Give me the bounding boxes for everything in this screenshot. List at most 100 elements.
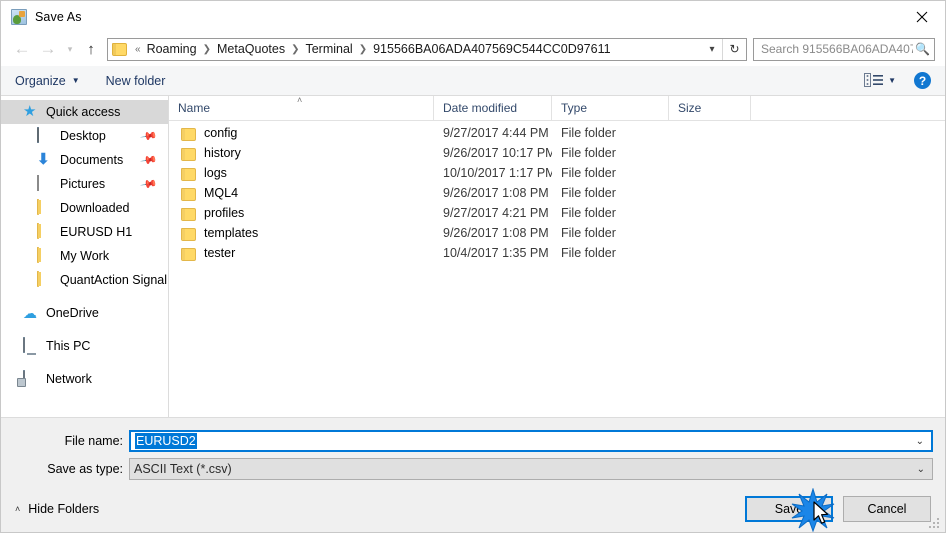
sidebar-item-label: QuantAction Signal [60,273,168,287]
filetype-value: ASCII Text (*.csv) [134,462,232,476]
organize-label: Organize [15,73,66,88]
sidebar-item-label: EURUSD H1 [60,225,133,239]
folder-icon [37,199,53,216]
search-icon[interactable]: 🔍 [915,42,930,56]
folder-icon [181,167,196,181]
sidebar-item-documents[interactable]: ⬇ Documents 📌 [1,148,168,172]
save-as-dialog: Save As ← → ▾ ↑ « Roaming ❯ MetaQuotes ❯… [0,0,946,533]
breadcrumb-item-0[interactable]: Roaming [145,42,199,56]
breadcrumb: « Roaming ❯ MetaQuotes ❯ Terminal ❯ 9155… [131,42,702,56]
view-layout-icon[interactable] [864,73,884,88]
table-row[interactable]: logs 10/10/2017 1:17 PM File folder [169,163,945,183]
chevron-down-icon[interactable]: ⌄ [917,464,925,475]
search-input[interactable]: Search 915566BA06ADA40756... 🔍 [753,37,935,61]
folder-icon [37,223,53,240]
column-header-date-modified[interactable]: Date modified [434,95,552,121]
filename-input[interactable]: EURUSD2 ⌄ [129,430,933,452]
file-date-cell: 9/26/2017 1:08 PM [443,226,549,240]
file-date-cell: 10/10/2017 1:17 PM [443,166,552,180]
folder-icon [181,147,196,161]
file-date-cell: 9/26/2017 1:08 PM [443,186,549,200]
file-name-cell: tester [169,246,434,261]
new-folder-button[interactable]: New folder [106,74,166,88]
table-row[interactable]: tester 10/4/2017 1:35 PM File folder [169,243,945,263]
organize-button[interactable]: Organize ▼ [15,74,80,88]
documents-download-icon: ⬇ [37,151,50,168]
filetype-select[interactable]: ASCII Text (*.csv) ⌄ [129,458,933,480]
view-chevron-down-icon[interactable]: ▼ [888,76,896,85]
action-row: ˄ Hide Folders Save Cancel [1,486,945,532]
close-icon[interactable] [899,1,945,32]
table-row[interactable]: MQL4 9/26/2017 1:08 PM File folder [169,183,945,203]
save-button[interactable]: Save [745,496,833,522]
sidebar-item-downloaded[interactable]: Downloaded [1,196,168,220]
address-bar[interactable]: « Roaming ❯ MetaQuotes ❯ Terminal ❯ 9155… [107,37,747,61]
cloud-icon: ☁ [23,305,37,321]
folder-icon [181,187,196,201]
folder-icon [181,127,196,141]
sidebar-item-my-work[interactable]: My Work [1,244,168,268]
address-chevron-down-icon[interactable]: ▾ [702,44,722,55]
file-type-cell: File folder [561,146,616,160]
file-date-cell: 9/27/2017 4:21 PM [443,206,549,220]
column-header-size[interactable]: Size [669,95,751,121]
title-bar: Save As [1,1,945,32]
sidebar-item-label: This PC [46,339,91,353]
column-header-type[interactable]: Type [552,95,669,121]
recent-locations-chevron-down-icon[interactable]: ▾ [61,36,79,62]
table-row[interactable]: templates 9/26/2017 1:08 PM File folder [169,223,945,243]
cancel-button[interactable]: Cancel [843,496,931,522]
filetype-row: Save as type: ASCII Text (*.csv) ⌄ [1,458,945,480]
file-rows: config 9/27/2017 4:44 PM File folder histor… [169,121,945,417]
folder-icon [181,227,196,241]
sidebar-item-label: OneDrive [46,306,99,320]
navigation-bar: ← → ▾ ↑ « Roaming ❯ MetaQuotes ❯ Termina… [1,32,945,66]
table-row[interactable]: history 9/26/2017 10:17 PM File folder [169,143,945,163]
table-row[interactable]: config 9/27/2017 4:44 PM File folder [169,123,945,143]
file-type-cell: File folder [561,126,616,140]
pin-icon: 📌 [139,151,158,170]
filename-label: File name: [64,434,123,448]
new-folder-label: New folder [105,73,166,88]
sidebar-item-quick-access[interactable]: ★ Quick access [1,100,168,124]
search-placeholder: Search 915566BA06ADA40756... [761,42,913,56]
sidebar-item-desktop[interactable]: Desktop 📌 [1,124,168,148]
forward-arrow-icon[interactable]: → [35,36,61,62]
filename-row: File name: EURUSD2 ⌄ [1,430,945,452]
save-as-icon [11,8,27,25]
sidebar-item-network[interactable]: Network [1,367,168,391]
help-icon[interactable]: ? [914,72,931,89]
file-name-label: templates [204,226,259,240]
up-arrow-icon[interactable]: ↑ [79,36,103,62]
file-date-cell: 9/27/2017 4:44 PM [443,126,549,140]
save-form: File name: EURUSD2 ⌄ Save as type: ASCII… [1,417,945,532]
file-date-cell: 9/26/2017 10:17 PM [443,146,552,160]
back-arrow-icon[interactable]: ← [9,36,35,62]
pin-icon: 📌 [139,127,158,146]
resize-grip[interactable] [929,518,941,530]
chevron-down-icon: ▼ [71,76,80,85]
file-name-cell: templates [169,226,434,241]
sidebar-item-label: My Work [60,249,110,263]
chevron-down-icon[interactable]: ⌄ [916,436,924,447]
breadcrumb-overflow[interactable]: « [131,44,145,55]
sidebar-item-label: Pictures [60,177,106,191]
sidebar-item-onedrive[interactable]: ☁ OneDrive [1,301,168,325]
filename-value: EURUSD2 [135,433,197,449]
table-row[interactable]: profiles 9/27/2017 4:21 PM File folder [169,203,945,223]
sidebar-item-pictures[interactable]: Pictures 📌 [1,172,168,196]
window-title: Save As [35,9,82,24]
file-list: Name Date modified Type Size ˄ config 9/2… [169,95,945,417]
sidebar-item-this-pc[interactable]: This PC [1,334,168,358]
breadcrumb-item-2[interactable]: Terminal [303,42,354,56]
breadcrumb-separator: ❯ [291,43,300,55]
breadcrumb-item-1[interactable]: MetaQuotes [215,42,287,56]
file-type-cell: File folder [561,166,616,180]
sidebar-item-quantaction-signal[interactable]: QuantAction Signal [1,268,168,292]
refresh-icon[interactable]: ↻ [722,38,746,60]
hide-folders-button[interactable]: ˄ Hide Folders [15,502,99,516]
sidebar-item-eurusd-h1[interactable]: EURUSD H1 [1,220,168,244]
breadcrumb-item-3[interactable]: 915566BA06ADA407569C544CC0D97611 [371,42,612,56]
folder-icon [181,207,196,221]
breadcrumb-separator: ❯ [202,43,211,55]
